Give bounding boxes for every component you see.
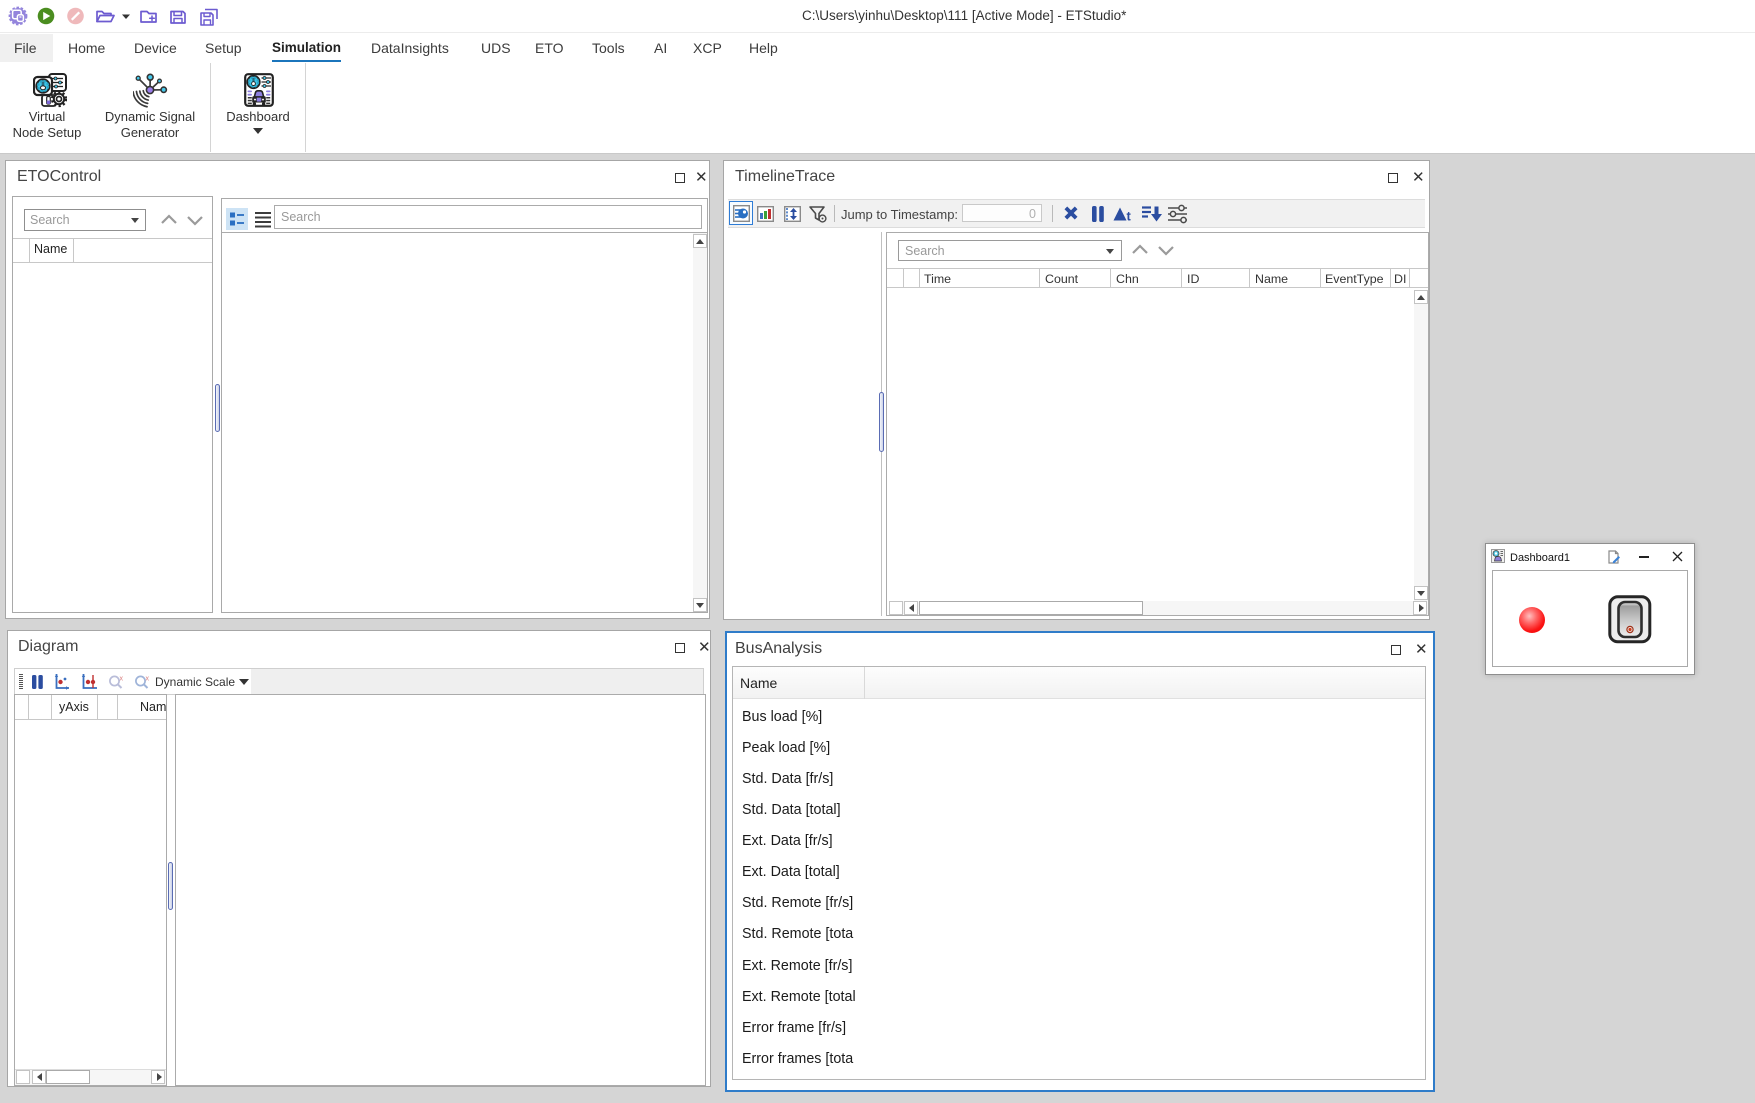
svg-text:x: x	[120, 676, 124, 683]
svg-text:x: x	[146, 676, 150, 683]
svg-text:t: t	[1127, 209, 1132, 224]
